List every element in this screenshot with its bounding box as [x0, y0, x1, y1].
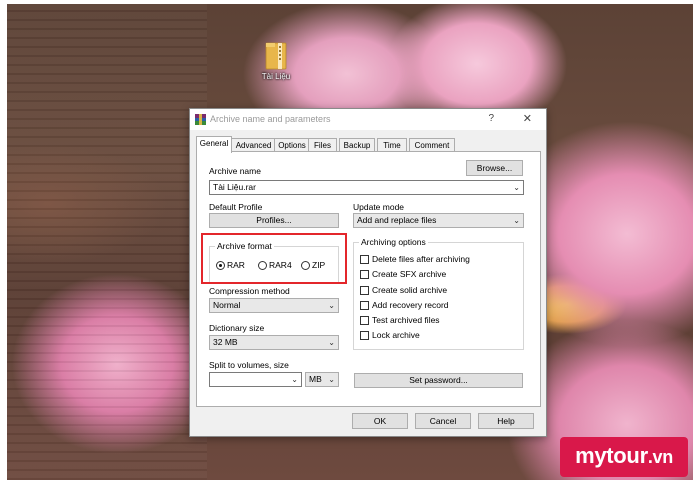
update-mode-select[interactable]: Add and replace files ⌄: [353, 213, 524, 228]
tab-files[interactable]: Files: [308, 138, 337, 152]
split-unit-select[interactable]: MB ⌄: [305, 372, 339, 387]
checkbox-create-sfx[interactable]: Create SFX archive: [360, 269, 446, 279]
checkbox-test-files[interactable]: Test archived files: [360, 315, 440, 325]
watermark-text: mytour: [575, 443, 648, 468]
checkbox-lock-archive[interactable]: Lock archive: [360, 330, 420, 340]
archiving-options-group: Archiving options Delete files after arc…: [353, 237, 524, 350]
close-icon[interactable]: ✕: [523, 112, 532, 125]
split-size-combo[interactable]: ⌄: [209, 372, 302, 387]
archive-name-combo[interactable]: Tài Liệu.rar ⌄: [209, 180, 524, 195]
zip-folder-icon: [265, 40, 287, 70]
tab-time[interactable]: Time: [377, 138, 407, 152]
split-volumes-label: Split to volumes, size: [209, 360, 289, 370]
checkbox-icon: [360, 330, 369, 340]
chevron-down-icon: ⌄: [328, 301, 335, 310]
update-mode-value: Add and replace files: [357, 215, 437, 225]
winrar-app-icon: [195, 114, 206, 125]
archiving-options-title: Archiving options: [359, 237, 428, 247]
chevron-down-icon: ⌄: [513, 216, 520, 225]
checkbox-icon: [360, 254, 369, 264]
checkbox-delete-files-label: Delete files after archiving: [372, 254, 470, 264]
checkbox-solid-archive-label: Create solid archive: [372, 285, 448, 295]
chevron-down-icon: ⌄: [328, 375, 335, 384]
archive-format-highlight: [201, 233, 347, 284]
split-unit-value: MB: [309, 374, 322, 384]
chevron-down-icon: ⌄: [513, 183, 520, 192]
help-button[interactable]: Help: [478, 413, 534, 429]
archive-name-label: Archive name: [209, 166, 261, 176]
set-password-button[interactable]: Set password...: [354, 373, 523, 388]
help-title-button[interactable]: ?: [488, 113, 494, 124]
compression-method-value: Normal: [213, 300, 241, 310]
checkbox-solid-archive[interactable]: Create solid archive: [360, 285, 447, 295]
dictionary-size-label: Dictionary size: [209, 323, 265, 333]
screenshot-frame: Tài Liệu Archive name and parameters ? ✕…: [0, 0, 700, 488]
checkbox-icon: [360, 285, 369, 295]
title-bar: Archive name and parameters ? ✕: [190, 109, 546, 130]
wooden-board: [7, 4, 207, 480]
default-profile-label: Default Profile: [209, 202, 263, 212]
update-mode-label: Update mode: [353, 202, 405, 212]
dictionary-size-select[interactable]: 32 MB ⌄: [209, 335, 339, 350]
browse-button[interactable]: Browse...: [466, 160, 523, 176]
archive-name-value: Tài Liệu.rar: [213, 182, 256, 192]
checkbox-lock-archive-label: Lock archive: [372, 330, 420, 340]
checkbox-create-sfx-label: Create SFX archive: [372, 269, 447, 279]
checkbox-test-files-label: Test archived files: [372, 315, 440, 325]
chevron-down-icon: ⌄: [328, 338, 335, 347]
checkbox-recovery-record[interactable]: Add recovery record: [360, 300, 449, 310]
dictionary-size-value: 32 MB: [213, 337, 238, 347]
checkbox-icon: [360, 269, 369, 279]
desktop-folder-shortcut[interactable]: Tài Liệu: [254, 40, 298, 81]
desktop-icon-label: Tài Liệu: [261, 72, 291, 81]
dialog-title: Archive name and parameters: [210, 114, 331, 124]
tab-comment[interactable]: Comment: [409, 138, 455, 152]
ok-button[interactable]: OK: [352, 413, 408, 429]
tab-backup[interactable]: Backup: [339, 138, 375, 152]
checkbox-icon: [360, 315, 369, 325]
checkbox-recovery-record-label: Add recovery record: [372, 300, 449, 310]
watermark-suffix: .vn: [647, 447, 673, 467]
cancel-button[interactable]: Cancel: [415, 413, 471, 429]
chevron-down-icon: ⌄: [291, 375, 298, 384]
compression-method-label: Compression method: [209, 286, 290, 296]
watermark-logo: mytour.vn: [560, 437, 688, 477]
compression-method-select[interactable]: Normal ⌄: [209, 298, 339, 313]
tab-general[interactable]: General: [196, 136, 232, 153]
checkbox-icon: [360, 300, 369, 310]
profiles-button[interactable]: Profiles...: [209, 213, 339, 228]
tab-advanced[interactable]: Advanced: [231, 138, 276, 152]
tab-options[interactable]: Options: [274, 138, 310, 152]
checkbox-delete-files[interactable]: Delete files after archiving: [360, 254, 470, 264]
